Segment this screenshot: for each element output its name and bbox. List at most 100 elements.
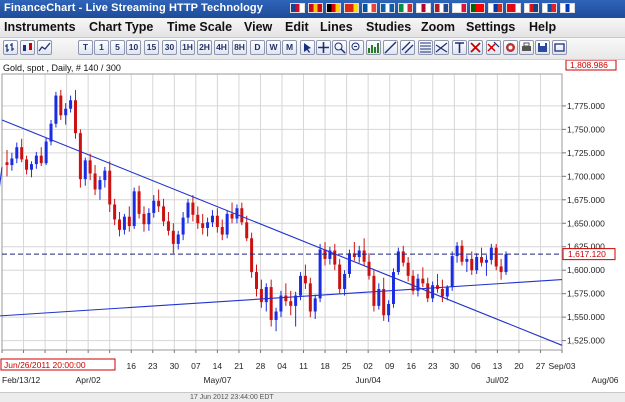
flag-japan[interactable] bbox=[416, 3, 431, 13]
ray-icon[interactable] bbox=[434, 40, 449, 55]
text-icon[interactable] bbox=[452, 40, 467, 55]
menu-studies[interactable]: Studies bbox=[366, 20, 411, 34]
print-icon[interactable] bbox=[519, 40, 534, 55]
timescale-2h-button[interactable]: 2H bbox=[197, 40, 212, 55]
bars-chart-icon[interactable] bbox=[3, 40, 18, 55]
y-tick-label: 1,550.000 bbox=[567, 312, 605, 322]
flag-poland[interactable] bbox=[452, 3, 467, 13]
flag-uk[interactable] bbox=[290, 3, 305, 13]
x-month-label: Jul/02 bbox=[486, 375, 509, 385]
candles-chart-icon[interactable] bbox=[20, 40, 35, 55]
candle-body bbox=[39, 155, 43, 164]
flag-czech[interactable] bbox=[524, 3, 539, 13]
language-flags bbox=[290, 2, 575, 16]
flag-portugal[interactable] bbox=[470, 3, 485, 13]
cursor-date-label: Jun/26/2011 20:00:00 bbox=[4, 360, 86, 370]
candle-body bbox=[152, 200, 156, 213]
timescale-1h-button[interactable]: 1H bbox=[180, 40, 195, 55]
candle-body bbox=[445, 287, 449, 297]
flag-slovakia[interactable] bbox=[542, 3, 557, 13]
flag-italy[interactable] bbox=[398, 3, 413, 13]
candle-body bbox=[504, 254, 508, 273]
y-tick-label: 1,700.000 bbox=[567, 171, 605, 181]
flag-israel[interactable] bbox=[560, 3, 575, 13]
candle-body bbox=[308, 283, 312, 312]
candle-body bbox=[25, 159, 29, 170]
flag-germany[interactable] bbox=[326, 3, 341, 13]
menu-time-scale[interactable]: Time Scale bbox=[167, 20, 232, 34]
candle-body bbox=[162, 206, 166, 222]
candle-body bbox=[362, 250, 366, 262]
candle-body bbox=[191, 202, 195, 215]
candle-body bbox=[284, 295, 288, 302]
menu-zoom[interactable]: Zoom bbox=[421, 20, 455, 34]
candle-body bbox=[225, 213, 229, 235]
x-tick-label: 06 bbox=[471, 361, 481, 371]
x-tick-label: 20 bbox=[514, 361, 524, 371]
flag-turkey[interactable] bbox=[506, 3, 521, 13]
timescale-10-button[interactable]: 10 bbox=[126, 40, 141, 55]
candle-body bbox=[313, 298, 317, 312]
timescale-30-button[interactable]: 30 bbox=[162, 40, 177, 55]
candle-body bbox=[220, 227, 224, 235]
cursor-icon[interactable] bbox=[300, 40, 315, 55]
timescale-15-button[interactable]: 15 bbox=[144, 40, 159, 55]
menu-view[interactable]: View bbox=[244, 20, 272, 34]
candle-body bbox=[29, 164, 33, 170]
candle-body bbox=[406, 262, 410, 276]
candle-body bbox=[15, 147, 19, 159]
zoom-in-icon[interactable] bbox=[332, 40, 347, 55]
flag-france[interactable] bbox=[362, 3, 377, 13]
channel-icon[interactable] bbox=[400, 40, 415, 55]
timescale-1-button[interactable]: 1 bbox=[94, 40, 109, 55]
menu-help[interactable]: Help bbox=[529, 20, 556, 34]
crosshair-icon[interactable] bbox=[316, 40, 331, 55]
x-tick-label: 30 bbox=[450, 361, 460, 371]
candle-body bbox=[259, 288, 263, 303]
flag-russia[interactable] bbox=[488, 3, 503, 13]
delete-all-icon[interactable] bbox=[486, 40, 501, 55]
top-price-label: 1,808.986 bbox=[570, 60, 608, 70]
menu-edit[interactable]: Edit bbox=[285, 20, 309, 34]
timescale-d-button[interactable]: D bbox=[250, 40, 265, 55]
candle-body bbox=[186, 202, 190, 218]
timescale-8h-button[interactable]: 8H bbox=[232, 40, 247, 55]
candle-body bbox=[127, 216, 131, 227]
zoom-out-icon[interactable] bbox=[349, 40, 364, 55]
candle-body bbox=[20, 147, 24, 160]
candle-body bbox=[103, 170, 107, 181]
menu-settings[interactable]: Settings bbox=[466, 20, 515, 34]
app-title: FinanceChart - Live Streaming HTTP Techn… bbox=[4, 2, 263, 14]
x-tick-label: 27 bbox=[536, 361, 546, 371]
indicator-icon[interactable] bbox=[366, 40, 381, 55]
price-chart[interactable]: Gold, spot , Daily, # 140 / 300 1,808.98… bbox=[0, 60, 625, 392]
line-chart-icon[interactable] bbox=[37, 40, 52, 55]
candle-body bbox=[450, 256, 454, 288]
menu-instruments[interactable]: Instruments bbox=[4, 20, 76, 34]
fibonacci-icon[interactable] bbox=[418, 40, 433, 55]
fullscreen-icon[interactable] bbox=[552, 40, 567, 55]
x-tick-label: 16 bbox=[406, 361, 416, 371]
candle-body bbox=[245, 222, 249, 239]
color-icon[interactable] bbox=[503, 40, 518, 55]
save-icon[interactable] bbox=[535, 40, 550, 55]
y-tick-label: 1,575.000 bbox=[567, 289, 605, 299]
candle-body bbox=[118, 219, 122, 230]
delete-line-icon[interactable] bbox=[468, 40, 483, 55]
candle-body bbox=[5, 162, 9, 166]
flag-spain[interactable] bbox=[308, 3, 323, 13]
menu-lines[interactable]: Lines bbox=[320, 20, 353, 34]
flag-netherlands[interactable] bbox=[434, 3, 449, 13]
timescale-m-button[interactable]: M bbox=[282, 40, 297, 55]
timescale-5-button[interactable]: 5 bbox=[110, 40, 125, 55]
draw-line-icon[interactable] bbox=[383, 40, 398, 55]
timescale-4h-button[interactable]: 4H bbox=[214, 40, 229, 55]
menu-chart-type[interactable]: Chart Type bbox=[89, 20, 153, 34]
candle-body bbox=[88, 160, 92, 174]
flag-greece[interactable] bbox=[380, 3, 395, 13]
candle-body bbox=[44, 141, 48, 164]
candle-body bbox=[113, 204, 117, 220]
timescale-w-button[interactable]: W bbox=[266, 40, 281, 55]
timescale-t-button[interactable]: T bbox=[78, 40, 93, 55]
flag-china[interactable] bbox=[344, 3, 359, 13]
